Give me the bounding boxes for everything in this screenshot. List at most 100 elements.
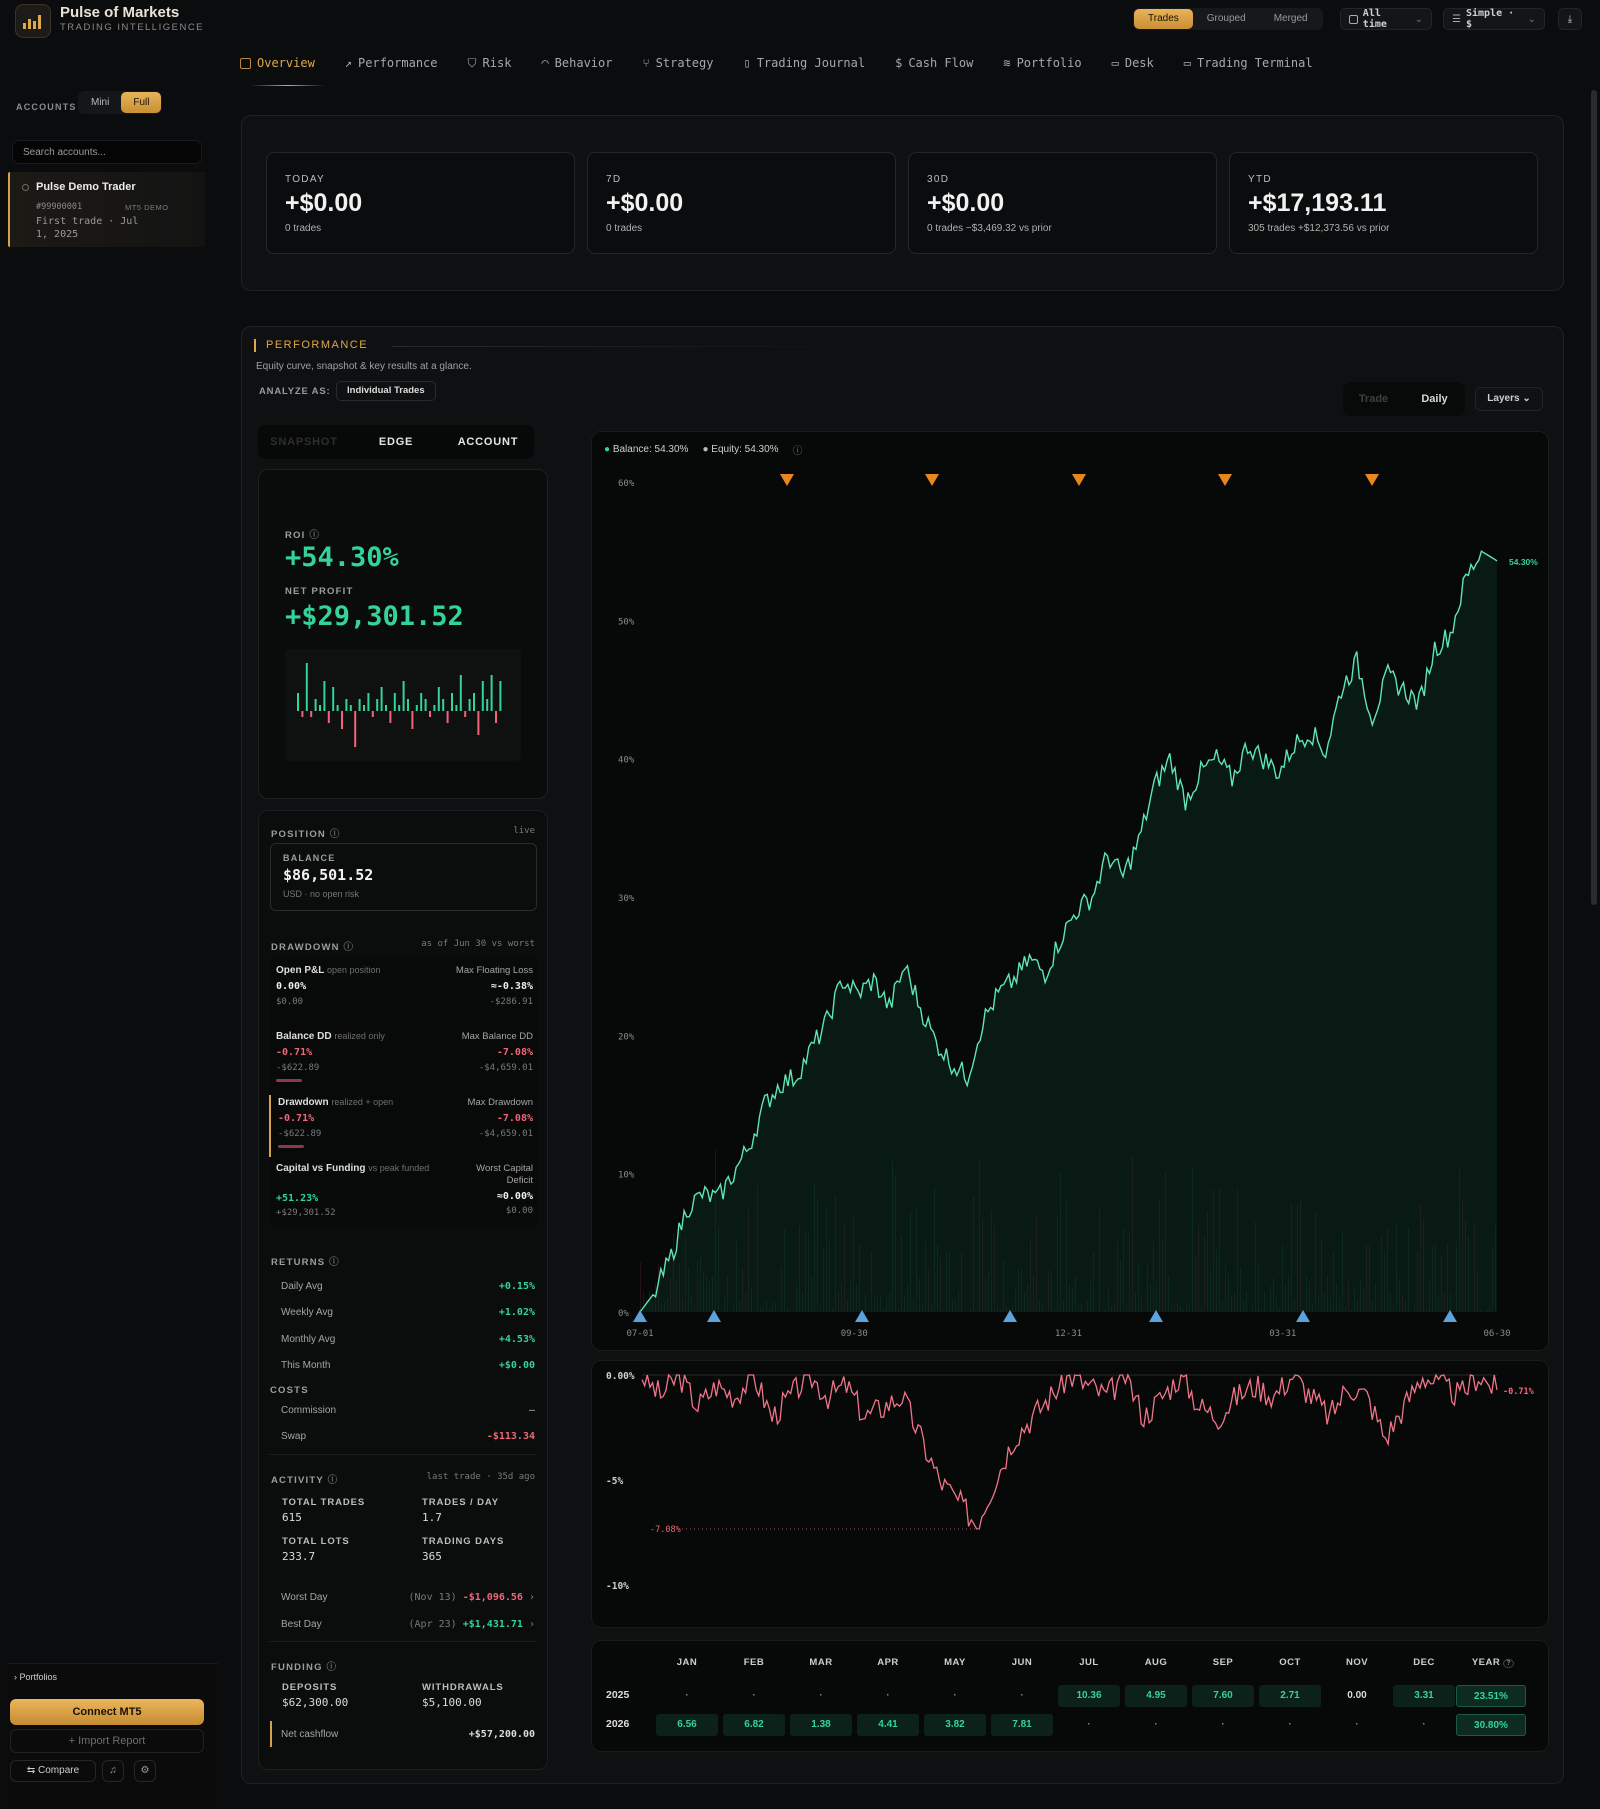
best-day-row[interactable]: Best Day (Apr 23) +$1,431.71 › [281, 1619, 535, 1630]
withdrawal-marker-icon [925, 474, 939, 486]
dd-value: +51.23% [276, 1193, 319, 1204]
mode-merged[interactable]: Merged [1260, 9, 1322, 29]
y-tick-label: 0.00% [606, 1371, 635, 1382]
settings-button[interactable]: ⚙ [134, 1760, 156, 1782]
sparkline-bar [415, 705, 418, 711]
month-cell[interactable]: · [1058, 1714, 1120, 1736]
month-cell[interactable]: · [991, 1685, 1053, 1707]
toggle-mini[interactable]: Mini [79, 92, 121, 113]
drawdown-line [641, 1373, 1498, 1530]
accounts-view-toggle: Mini Full [78, 91, 163, 114]
daily-pnl-sparkline [285, 649, 521, 761]
stat-value: 233.7 [282, 1550, 316, 1563]
month-cell[interactable]: · [723, 1685, 785, 1707]
performance-panel: PERFORMANCE Equity curve, snapshot & key… [241, 326, 1564, 1784]
month-cell[interactable]: 23.51% [1456, 1685, 1526, 1707]
month-cell[interactable]: 3.31 [1393, 1685, 1455, 1707]
range-select[interactable]: All time ⌄ [1340, 8, 1432, 30]
month-cell[interactable]: 6.56 [656, 1714, 718, 1736]
tab-portfolio[interactable]: ≋ Portfolio [1003, 52, 1096, 74]
month-cell[interactable]: 10.36 [1058, 1685, 1120, 1707]
dd-hint: vs peak funded [368, 1163, 430, 1173]
sparkline-bar [455, 705, 458, 711]
month-cell[interactable]: · [1326, 1714, 1388, 1736]
month-cell[interactable]: · [656, 1685, 718, 1707]
tab-trading-terminal[interactable]: ▭ Trading Terminal [1184, 52, 1328, 74]
connect-mt5-button[interactable]: Connect MT5 [10, 1699, 204, 1725]
column-header: JUN [1011, 1657, 1033, 1668]
month-cell[interactable]: · [1259, 1714, 1321, 1736]
row-year: 2025 [606, 1689, 630, 1701]
month-cell[interactable]: · [1125, 1714, 1187, 1736]
y-tick-label: -5% [606, 1476, 623, 1487]
month-cell[interactable]: 2.71 [1259, 1685, 1321, 1707]
import-report-button[interactable]: + Import Report [10, 1729, 204, 1753]
compare-button[interactable]: ⇆ Compare [10, 1760, 96, 1782]
tab-strategy[interactable]: ⑂ Strategy [642, 52, 728, 74]
gran-daily[interactable]: Daily [1404, 393, 1465, 405]
month-cell[interactable]: · [924, 1685, 986, 1707]
layers-label: Layers [1487, 393, 1520, 404]
toggle-full[interactable]: Full [121, 92, 162, 113]
worst-day-date: (Nov 13) [408, 1592, 457, 1603]
y-tick-label: 30% [618, 894, 635, 904]
tab-trading-journal[interactable]: ▯ Trading Journal [743, 52, 880, 74]
dd-right-title: Worst Capital Deficit [476, 1163, 533, 1186]
worst-day-row[interactable]: Worst Day (Nov 13) -$1,096.56 › [281, 1592, 535, 1603]
tab-label: Trading Terminal [1196, 56, 1313, 70]
row-value: +$57,200.00 [468, 1729, 535, 1740]
kpi-ytd: YTD +$17,193.11 305 trades +$12,373.56 v… [1229, 152, 1538, 254]
net-cashflow-row: Net cashflow +$57,200.00 [281, 1729, 535, 1740]
page-scrollbar[interactable] [1591, 90, 1597, 905]
tab-snapshot[interactable]: SNAPSHOT [258, 436, 350, 448]
account-search-input[interactable] [12, 140, 202, 164]
month-cell[interactable]: 4.95 [1125, 1685, 1187, 1707]
x-tick-label: 03-31 [1269, 1329, 1296, 1339]
month-cell[interactable]: 30.80% [1456, 1714, 1526, 1736]
swap-icon: ⇆ [26, 1765, 36, 1776]
tab-desk[interactable]: ▭ Desk [1112, 52, 1169, 74]
view-select[interactable]: ☰ Simple · $ ⌄ [1443, 8, 1545, 30]
month-cell[interactable]: 0.00 [1326, 1685, 1388, 1707]
tab-risk[interactable]: ⛉ Risk [468, 52, 527, 74]
withdrawal-marker-icon [1365, 474, 1379, 486]
month-cell[interactable]: 6.82 [723, 1714, 785, 1736]
month-cell[interactable]: 1.38 [790, 1714, 852, 1736]
month-cell[interactable]: 3.82 [924, 1714, 986, 1736]
layers-button[interactable]: Layers ⌄ [1475, 387, 1543, 411]
tab-behavior[interactable]: ◠ Behavior [541, 52, 627, 74]
sparkline-bar [446, 711, 449, 723]
mode-grouped[interactable]: Grouped [1193, 9, 1260, 29]
tab-cash-flow[interactable]: $ Cash Flow [895, 52, 988, 74]
tab-edge[interactable]: EDGE [350, 436, 442, 448]
tab-account[interactable]: ACCOUNT [442, 436, 534, 448]
notifications-button[interactable]: ♫ [102, 1760, 124, 1782]
tab-performance[interactable]: ↗ Performance [345, 52, 453, 74]
month-cell[interactable]: · [790, 1685, 852, 1707]
funding-label-text: FUNDING [271, 1662, 323, 1673]
month-cell[interactable]: 4.41 [857, 1714, 919, 1736]
analyze-select[interactable]: Individual Trades [336, 381, 436, 401]
top-bar: Pulse of Markets TRADING INTELLIGENCE Tr… [0, 0, 1600, 42]
kpi-sub: 0 trades −$3,469.32 vs prior [927, 223, 1052, 234]
portfolios-toggle[interactable]: › Portfolios [14, 1672, 57, 1682]
dd-right-usd: $0.00 [505, 1206, 533, 1216]
month-cell[interactable]: · [857, 1685, 919, 1707]
account-card[interactable]: Pulse Demo Trader #99900001 MT5 DEMO Fir… [8, 172, 205, 247]
month-cell[interactable]: · [1393, 1714, 1455, 1736]
sparkline-bar [473, 693, 475, 711]
dd-right-title: Max Floating Loss [455, 965, 533, 976]
download-button[interactable]: ⤓ [1558, 8, 1582, 30]
month-cell[interactable]: · [1192, 1714, 1254, 1736]
balance-value: $86,501.52 [283, 866, 374, 884]
y-tick-label: 40% [618, 756, 635, 766]
sparkline-bar [393, 693, 396, 711]
mode-trades[interactable]: Trades [1134, 9, 1193, 29]
portfolios-label: Portfolios [19, 1672, 58, 1682]
gran-trade[interactable]: Trade [1343, 393, 1404, 405]
tab-overview[interactable]: Overview [240, 52, 330, 86]
month-cell[interactable]: 7.81 [991, 1714, 1053, 1736]
stat-total-trades: TOTAL TRADES 615 [282, 1497, 402, 1524]
chevron-down-icon: ⌄ [1527, 13, 1536, 25]
month-cell[interactable]: 7.60 [1192, 1685, 1254, 1707]
